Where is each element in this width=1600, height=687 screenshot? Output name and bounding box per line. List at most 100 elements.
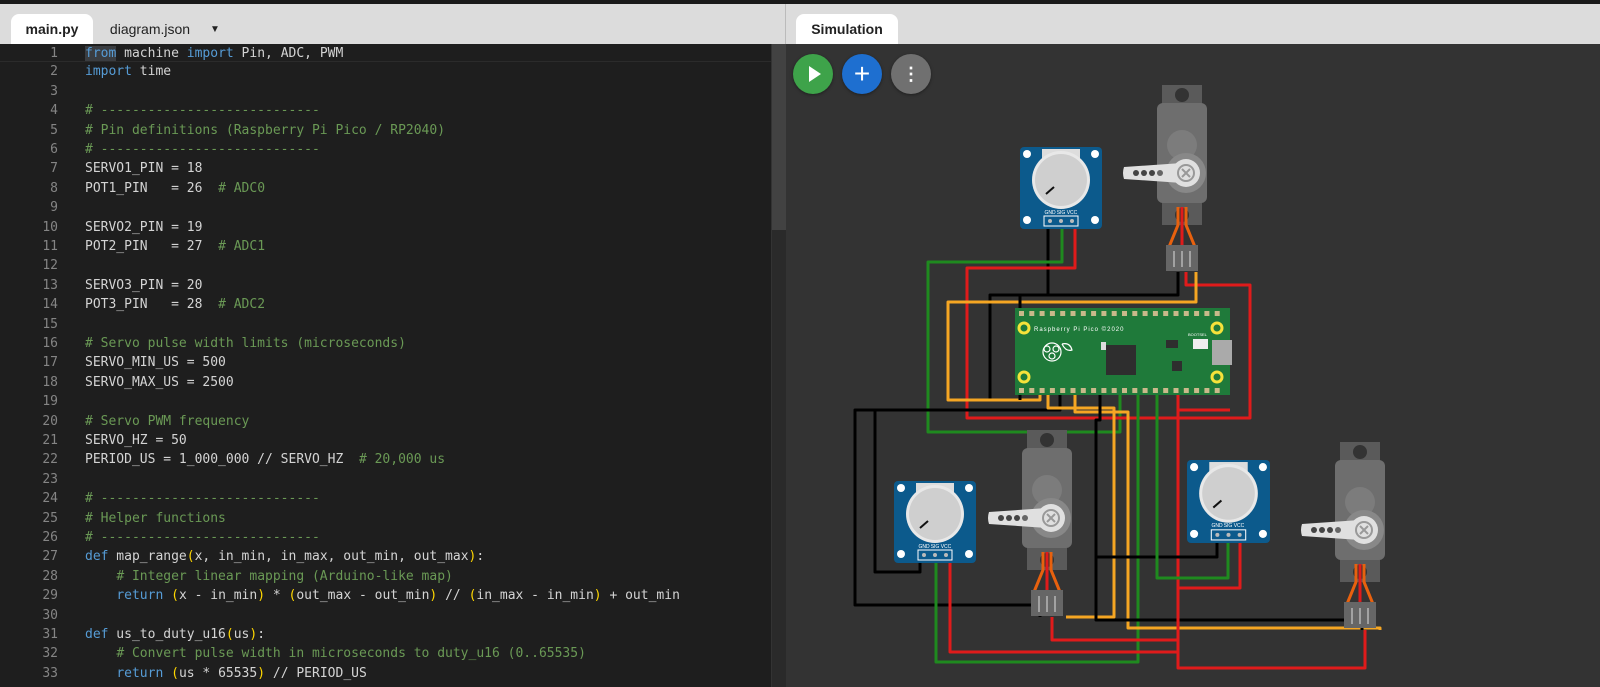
servo-3[interactable] bbox=[1300, 442, 1387, 630]
pico-pin[interactable] bbox=[1101, 311, 1107, 316]
servo-1[interactable] bbox=[1122, 85, 1209, 273]
caret-down-icon[interactable]: ▼ bbox=[203, 14, 227, 44]
pico-pin[interactable] bbox=[1060, 311, 1066, 316]
code-line[interactable]: 13 SERVO3_PIN = 20 bbox=[0, 276, 771, 295]
code-line[interactable]: 11 POT2_PIN = 27 # ADC1 bbox=[0, 237, 771, 256]
pico-pin[interactable] bbox=[1111, 311, 1117, 316]
servo-2[interactable] bbox=[987, 430, 1074, 618]
scrollbar-thumb[interactable] bbox=[772, 44, 786, 230]
code-line[interactable]: 16 # Servo pulse width limits (microsecon… bbox=[0, 334, 771, 353]
potentiometer-1-pin-labels: GND SIG VCC bbox=[1044, 210, 1077, 216]
code-line[interactable]: 7 SERVO1_PIN = 18 bbox=[0, 159, 771, 178]
code-line[interactable]: 12 bbox=[0, 256, 771, 275]
code-line[interactable]: 33 return (us * 65535) // PERIOD_US bbox=[0, 664, 771, 683]
code-token: + out_min bbox=[601, 588, 680, 604]
code-token: def bbox=[85, 627, 109, 642]
tab-simulation[interactable]: Simulation bbox=[796, 14, 898, 44]
pico-pin[interactable] bbox=[1091, 388, 1097, 393]
more-options-button[interactable]: ⋮ bbox=[891, 54, 931, 94]
code-text: SERVO1_PIN = 18 bbox=[85, 159, 202, 178]
potentiometer-1[interactable] bbox=[1020, 147, 1102, 229]
code-line[interactable]: 30 bbox=[0, 606, 771, 625]
code-line[interactable]: 22 PERIOD_US = 1_000_000 // SERVO_HZ # 20… bbox=[0, 450, 771, 469]
pico-pin[interactable] bbox=[1019, 388, 1024, 393]
code-token: # Servo PWM frequency bbox=[85, 413, 250, 429]
code-line[interactable]: 15 bbox=[0, 315, 771, 334]
pico-pin[interactable] bbox=[1183, 388, 1189, 393]
pico-pin[interactable] bbox=[1122, 311, 1127, 316]
add-part-button[interactable]: + bbox=[842, 54, 882, 94]
pico-pin[interactable] bbox=[1163, 388, 1169, 393]
pico-pin[interactable] bbox=[1122, 388, 1127, 393]
editor-scrollbar[interactable] bbox=[771, 44, 786, 687]
code-line[interactable]: 18 SERVO_MAX_US = 2500 bbox=[0, 373, 771, 392]
pico-pin[interactable] bbox=[1080, 311, 1086, 316]
code-line[interactable]: 8 POT1_PIN = 26 # ADC0 bbox=[0, 179, 771, 198]
pico-pin[interactable] bbox=[1029, 311, 1035, 316]
pico-pin[interactable] bbox=[1080, 388, 1086, 393]
code-line[interactable]: 1 from machine import Pin, ADC, PWM bbox=[0, 44, 771, 63]
pico-pin[interactable] bbox=[1194, 388, 1200, 393]
code-line[interactable]: 31 def us_to_duty_u16(us): bbox=[0, 625, 771, 644]
code-token: x - in_min bbox=[178, 588, 258, 604]
pico-pin[interactable] bbox=[1204, 311, 1210, 316]
code-line[interactable]: 28 # Integer linear mapping (Arduino-lik… bbox=[0, 567, 771, 586]
pico-pin[interactable] bbox=[1029, 388, 1035, 393]
potentiometer-2[interactable] bbox=[894, 481, 976, 563]
pico-pin[interactable] bbox=[1152, 388, 1158, 393]
pico-pin[interactable] bbox=[1070, 388, 1076, 393]
pico-pin[interactable] bbox=[1163, 311, 1169, 316]
potentiometer-3[interactable] bbox=[1187, 460, 1270, 543]
tab-diagram-json[interactable]: diagram.json bbox=[100, 14, 200, 44]
pico-pin[interactable] bbox=[1111, 388, 1117, 393]
code-line[interactable]: 6 # ---------------------------- bbox=[0, 140, 771, 159]
pico-pin[interactable] bbox=[1049, 311, 1055, 316]
code-line[interactable]: 26 # ---------------------------- bbox=[0, 528, 771, 547]
code-line[interactable]: 4 # ---------------------------- bbox=[0, 101, 771, 120]
pico-pin[interactable] bbox=[1101, 388, 1107, 393]
code-line[interactable]: 25 # Helper functions bbox=[0, 509, 771, 528]
pico-pin[interactable] bbox=[1142, 388, 1148, 393]
pico-pin[interactable] bbox=[1142, 311, 1148, 316]
code-line[interactable]: 2 import time bbox=[0, 62, 771, 81]
code-line[interactable]: 17 SERVO_MIN_US = 500 bbox=[0, 353, 771, 372]
tab-main-py[interactable]: main.py bbox=[11, 14, 93, 44]
code-line[interactable]: 19 bbox=[0, 392, 771, 411]
raspberry-pi-pico[interactable]: Raspberry Pi Pico ©2020 BOOTSEL bbox=[1015, 308, 1232, 395]
code-line[interactable]: 9 bbox=[0, 198, 771, 217]
pico-pin[interactable] bbox=[1194, 311, 1200, 316]
pico-pin[interactable] bbox=[1091, 311, 1097, 316]
pico-pin[interactable] bbox=[1039, 388, 1045, 393]
code-line[interactable]: 23 bbox=[0, 470, 771, 489]
code-line[interactable]: 29 return (x - in_min) * (out_max - out_… bbox=[0, 586, 771, 605]
pico-pin[interactable] bbox=[1060, 388, 1066, 393]
code-text: # ---------------------------- bbox=[85, 528, 320, 547]
pico-pin[interactable] bbox=[1039, 311, 1045, 316]
pico-pin[interactable] bbox=[1173, 388, 1179, 393]
pico-pin[interactable] bbox=[1204, 388, 1210, 393]
pico-pin[interactable] bbox=[1049, 388, 1055, 393]
code-line[interactable]: 20 # Servo PWM frequency bbox=[0, 412, 771, 431]
pico-pin[interactable] bbox=[1214, 311, 1220, 316]
code-line[interactable]: 14 POT3_PIN = 28 # ADC2 bbox=[0, 295, 771, 314]
code-token: time bbox=[131, 64, 172, 80]
pico-pin[interactable] bbox=[1152, 311, 1158, 316]
pico-pin[interactable] bbox=[1214, 388, 1220, 393]
code-editor[interactable]: 1 from machine import Pin, ADC, PWM 2 impor… bbox=[0, 44, 771, 687]
code-line[interactable]: 24 # ---------------------------- bbox=[0, 489, 771, 508]
pico-pin[interactable] bbox=[1132, 388, 1138, 393]
pico-pin[interactable] bbox=[1132, 311, 1138, 316]
pico-pin[interactable] bbox=[1019, 311, 1024, 316]
start-simulation-button[interactable] bbox=[793, 54, 833, 94]
code-line[interactable]: 32 # Convert pulse width in microseconds… bbox=[0, 644, 771, 663]
code-line[interactable]: 10 SERVO2_PIN = 19 bbox=[0, 218, 771, 237]
code-line[interactable]: 27 def map_range(x, in_min, in_max, out_m… bbox=[0, 547, 771, 566]
bootsel-button[interactable] bbox=[1193, 339, 1208, 349]
code-line[interactable]: 5 # Pin definitions (Raspberry Pi Pico / … bbox=[0, 121, 771, 140]
simulation-canvas[interactable]: Raspberry Pi Pico ©2020 BOOTSEL GND SIG … bbox=[786, 44, 1600, 687]
pico-pin[interactable] bbox=[1070, 311, 1076, 316]
code-line[interactable]: 21 SERVO_HZ = 50 bbox=[0, 431, 771, 450]
pico-pin[interactable] bbox=[1173, 311, 1179, 316]
code-line[interactable]: 3 bbox=[0, 82, 771, 101]
pico-pin[interactable] bbox=[1183, 311, 1189, 316]
